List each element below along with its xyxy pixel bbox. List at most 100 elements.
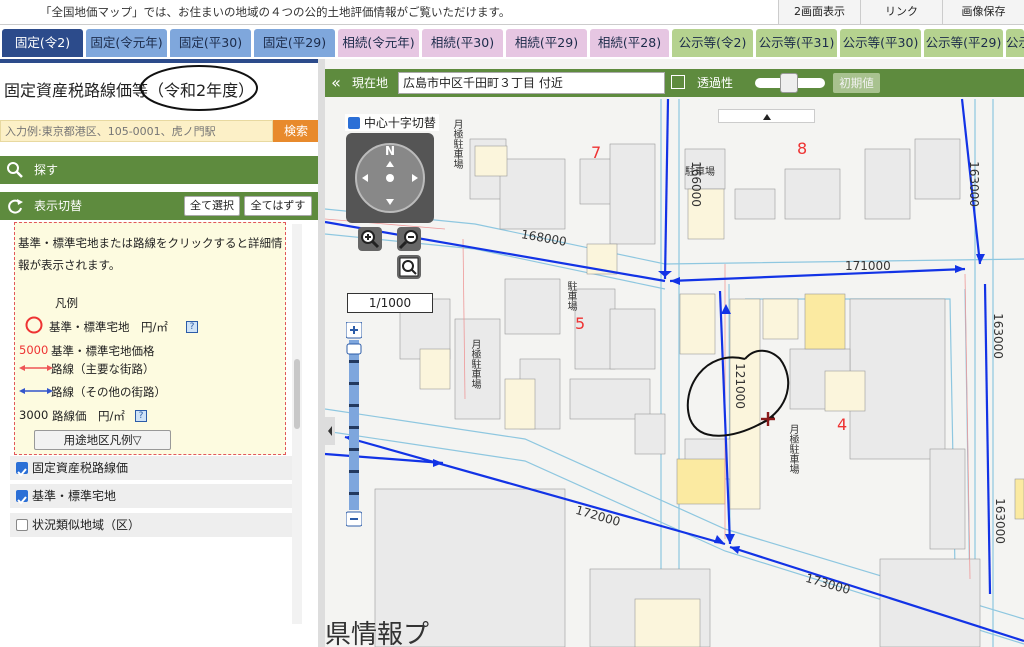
tab-9[interactable]: 公示等(令2) [672,29,753,57]
check-fixed-route-price[interactable]: 固定資産税路線価 [10,456,292,480]
tab-1[interactable]: 固定(令2) [2,29,83,57]
tab-2[interactable]: 固定(令元年) [86,29,167,57]
legend-major-route: 路線（主要な街路） [51,362,155,376]
checkbox-checked-icon[interactable] [16,490,28,505]
parking-label: 月極駐車場 [451,119,462,169]
block-number: 4 [837,415,848,434]
zoom-in-button[interactable] [358,227,382,251]
block-number: 7 [591,143,602,162]
block-number: 8 [797,139,808,158]
check-label: 固定資産税路線価 [32,461,129,475]
map-view[interactable]: 168000 171000 166000 163000 121000 17200… [325,59,1024,647]
legend-price-number: 5000 [19,343,49,357]
zoom-out-icon [398,230,418,250]
zoom-slider-track [345,321,363,527]
caret-left-icon [328,426,332,436]
left-panel: 固定資産税路線価等（令和2年度） 検索 探す 表示切替 全て選択 全てはずす 基… [0,59,325,647]
major-route-arrow-icon [19,365,53,371]
parking-label: 月極駐車場 [469,339,480,389]
checkbox-checked-icon[interactable] [16,462,28,477]
zoom-out-button[interactable] [397,227,421,251]
zoom-slider[interactable] [345,321,363,527]
panel-divider[interactable] [318,59,325,647]
tab-8[interactable]: 相続(平28) [590,29,669,57]
scale-display: 1/1000 [347,293,433,313]
legend-route-number: 3000 [19,408,49,422]
map-toolbar: « 現在地 広島市中区千田町３丁目 付近 透過性 初期値 [325,69,1024,97]
parking-label: 月極駐車場 [787,424,798,474]
locate-crosshair-icon[interactable] [671,75,685,89]
standard-land-circle-icon [25,316,43,334]
link-button[interactable]: リンク [860,0,942,24]
side-toggle-tab[interactable] [325,417,335,445]
zoom-area-icon [399,257,419,277]
deselect-all-button[interactable]: 全てはずす [244,196,312,216]
reset-button[interactable]: 初期値 [833,73,880,93]
navigation-pad[interactable]: N [346,133,434,223]
check-similar-area[interactable]: 状況類似地域（区） [10,513,292,537]
current-location-label: 現在地 [352,76,389,90]
center-cross-toggle[interactable]: 中心十字切替 [345,114,439,131]
find-label: 探す [34,163,59,177]
parking-label: 駐車場 [565,281,576,311]
route-price-label[interactable]: 163000 [993,498,1007,544]
handwritten-circle-annotation [140,65,258,111]
tab-12[interactable]: 公示等(平29) [924,29,1003,57]
collapse-panel-button[interactable]: « [325,69,347,97]
usage-legend-button[interactable]: 用途地区凡例▽ [34,430,171,450]
display-toggle-label: 表示切替 [34,199,83,213]
check-label: 基準・標準宅地 [32,489,117,503]
tab-4[interactable]: 固定(平29) [254,29,335,57]
legend-other-route: 路線（その他の街路） [51,385,166,399]
transparency-slider-knob[interactable] [780,73,798,93]
display-toggle-header: 表示切替 全て選択 全てはずす [0,192,318,220]
zoom-area-button[interactable] [397,255,421,279]
help-icon[interactable]: ? [135,410,147,422]
legend-description: 基準・標準宅地または路線をクリックすると詳細情報が表示されます。 [18,236,283,272]
search-icon [7,162,23,178]
route-price-label[interactable]: 171000 [845,259,891,273]
tab-11[interactable]: 公示等(平30) [840,29,921,57]
zoom-in-icon [361,230,380,249]
tab-3[interactable]: 固定(平30) [170,29,251,57]
refresh-icon [8,199,23,214]
center-cross-icon [761,412,775,426]
tab-6[interactable]: 相続(平30) [422,29,503,57]
caret-up-icon [763,114,771,120]
legend-route-price: 路線価 円/㎡ [52,409,125,423]
check-label: 状況類似地域（区） [32,518,141,532]
checkbox-checked-icon[interactable] [348,117,360,129]
block-number: 5 [575,314,586,333]
current-location-field[interactable]: 広島市中区千田町３丁目 付近 [398,72,665,94]
select-all-button[interactable]: 全て選択 [184,196,240,216]
tab-5[interactable]: 相続(令元年) [338,29,419,57]
legend-price-label: 基準・標準宅地価格 [51,344,155,358]
legend-box: 基準・標準宅地または路線をクリックすると詳細情報が表示されます。 凡例 基準・標… [14,222,286,455]
tab-13[interactable]: 公示 [1006,29,1024,57]
search-input[interactable] [0,120,273,142]
legend-scrollbar-thumb[interactable] [294,359,300,429]
tab-7[interactable]: 相続(平29) [506,29,587,57]
search-button[interactable]: 検索 [273,120,319,142]
map-building-label: 県情報プ [325,620,430,647]
search-row: 検索 [0,120,320,142]
top-info-bar: 「全国地価マップ」では、お住まいの地域の４つの公的土地評価情報がご覧いただけます… [0,0,1024,25]
save-image-button[interactable]: 画像保存 [942,0,1024,24]
check-standard-land[interactable]: 基準・標準宅地 [10,484,292,508]
find-section-header[interactable]: 探す [0,156,318,184]
dropdown-handle[interactable] [718,109,815,123]
route-price-label[interactable]: 163000 [967,161,981,207]
tab-10[interactable]: 公示等(平31) [756,29,837,57]
checkbox-unchecked-icon[interactable] [16,519,28,531]
notice-text: 「全国地価マップ」では、お住まいの地域の４つの公的土地評価情報がご覧いただけます… [40,5,511,19]
help-icon[interactable]: ? [186,321,198,333]
legend-title: 凡例 [55,296,78,310]
dual-view-button[interactable]: 2画面表示 [778,0,860,24]
route-price-label[interactable]: 163000 [991,313,1005,359]
route-price-label[interactable]: 121000 [733,363,747,409]
other-route-arrow-icon [19,388,53,394]
parking-label: 駐車場 [685,167,715,178]
legend-circle-label: 基準・標準宅地 円/㎡ [49,320,168,334]
dataset-tabs: 固定(令2) 固定(令元年) 固定(平30) 固定(平29) 相続(令元年) 相続(平30… [0,25,1024,59]
compass-north-label: N [385,144,396,158]
